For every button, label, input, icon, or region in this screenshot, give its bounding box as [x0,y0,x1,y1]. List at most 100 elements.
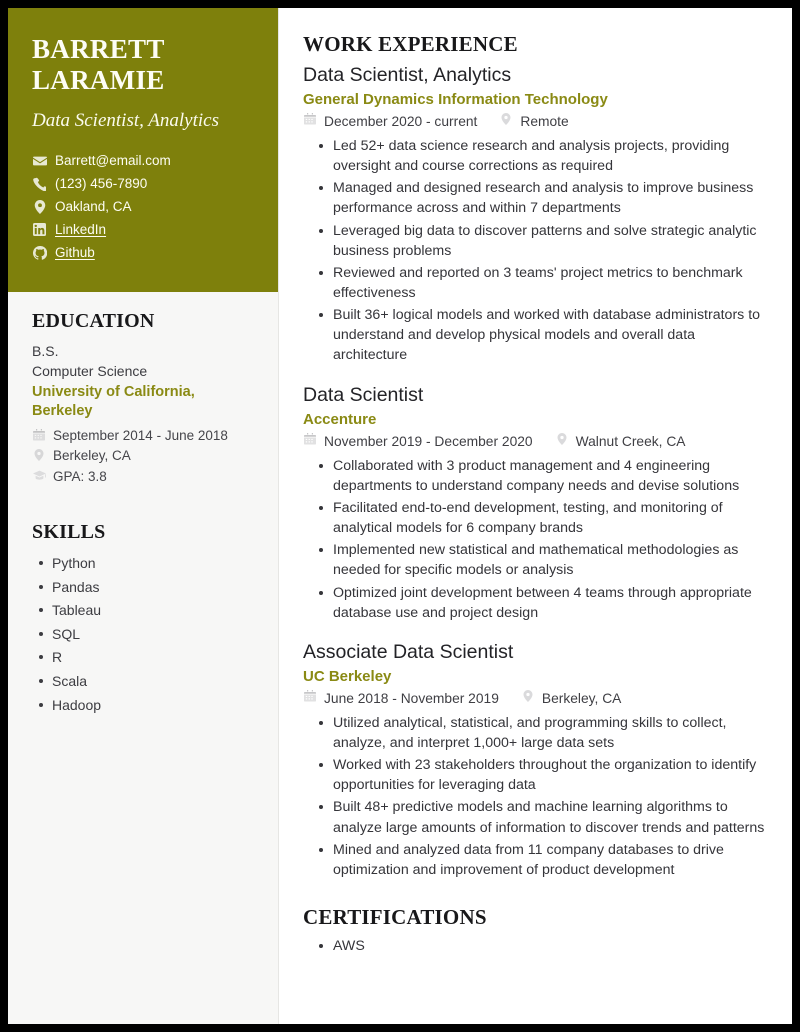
github-icon [32,245,47,260]
location-pin-icon [555,432,569,445]
education-section-title: EDUCATION [32,310,155,332]
calendar-icon [303,432,317,445]
education-dates-row: September 2014 - June 2018 [32,426,254,447]
contact-item-github[interactable]: Github [32,244,254,260]
sidebar-body: EDUCATION B.S. Computer Science Universi… [8,292,278,715]
job-company: Accenture [303,410,377,428]
contact-label-location: Oakland, CA [55,199,132,215]
job-bullet: Managed and designed research and analys… [303,178,770,218]
job-dates-row: December 2020 - current [303,112,477,133]
work-experience-section-title: WORK EXPERIENCE [303,32,518,56]
job-title: Associate Data Scientist [303,640,514,663]
education-degree: B.S. [32,343,59,359]
skill-item: SQL [32,624,254,644]
job-company: UC Berkeley [303,667,392,685]
job-bullet: Reviewed and reported on 3 teams' projec… [303,263,770,303]
job-dates: November 2019 - December 2020 [324,433,533,449]
jobs-container: Data Scientist, Analytics General Dynamic… [303,63,770,880]
calendar-icon [303,112,317,125]
skills-section-title: SKILLS [32,521,106,544]
candidate-name: BARRETT LARAMIE [32,34,254,96]
location-pin-icon [32,200,47,215]
education-gpa-row: GPA: 3.8 [32,467,254,488]
certifications-section-title: CERTIFICATIONS [303,904,487,929]
job-bullet-list: Utilized analytical, statistical, and pr… [303,713,770,880]
contact-item-linkedin[interactable]: LinkedIn [32,223,254,237]
job-entry: Data Scientist Accenture November 2019 - D… [303,383,770,623]
education-location: Berkeley, CA [53,448,131,464]
calendar-icon [32,428,46,441]
contact-label-linkedin: LinkedIn [55,222,107,238]
job-location: Remote [520,113,569,129]
candidate-headline: Data Scientist, Analytics [32,109,219,131]
skill-item: Tableau [32,600,254,620]
job-location-row: Remote [499,112,569,133]
education-school: University of California, Berkeley [32,383,195,420]
education-location-row: Berkeley, CA [32,446,254,467]
location-pin-icon [32,449,46,462]
job-bullet: Built 36+ logical models and worked with… [303,305,770,365]
job-company: General Dynamics Information Technology [303,90,608,108]
education-dates: September 2014 - June 2018 [53,427,228,443]
job-entry: Data Scientist, Analytics General Dynamic… [303,63,770,366]
location-pin-icon [521,689,535,702]
candidate-name-line2: LARAMIE [32,64,165,95]
job-entry: Associate Data Scientist UC Berkeley June … [303,640,770,880]
contact-label-email: Barrett@email.com [55,153,171,169]
calendar-icon [303,689,317,702]
job-bullet-list: Collaborated with 3 product management a… [303,456,770,623]
contact-item-email: Barrett@email.com [32,154,254,168]
skill-item: R [32,647,254,667]
contact-item-location: Oakland, CA [32,199,254,215]
job-bullet: Optimized joint development between 4 te… [303,583,770,623]
job-dates-row: June 2018 - November 2019 [303,689,499,710]
skill-item: Scala [32,671,254,691]
work-experience-section: WORK EXPERIENCE Data Scientist, Analytic… [303,32,770,880]
candidate-name-line1: BARRETT [32,34,165,64]
job-bullet: Implemented new statistical and mathemat… [303,540,770,580]
contact-label-github: Github [55,244,95,260]
education-section: EDUCATION B.S. Computer Science Universi… [32,310,254,487]
job-location: Walnut Creek, CA [575,433,686,449]
job-location-row: Berkeley, CA [521,689,622,710]
contact-label-phone: (123) 456-7890 [55,176,148,192]
resume-page: BARRETT LARAMIE Data Scientist, Analytic… [8,8,792,1024]
certifications-section: CERTIFICATIONS AWS [303,905,770,956]
skills-section: SKILLS Python Pandas Tableau SQL R Scala Hadoo… [32,521,254,714]
job-meta-row: June 2018 - November 2019 Berkeley, CA [303,689,770,710]
location-pin-icon [499,112,513,125]
education-gpa: GPA: 3.8 [53,468,107,484]
skills-list: Python Pandas Tableau SQL R Scala Hadoop [32,553,254,714]
phone-icon [32,177,47,192]
job-dates-row: November 2019 - December 2020 [303,432,533,453]
linkedin-icon [32,223,47,237]
main-column: WORK EXPERIENCE Data Scientist, Analytic… [279,8,792,1024]
job-bullet: Leveraged big data to discover patterns … [303,221,770,261]
job-bullet: Built 48+ predictive models and machine … [303,797,770,837]
education-meta-list: September 2014 - June 2018 Berkeley, CA … [32,426,254,488]
job-dates: June 2018 - November 2019 [324,690,499,706]
contact-list: Barrett@email.com (123) 456-7890 Oakland… [32,154,254,260]
graduation-cap-icon [32,470,46,481]
job-title: Data Scientist, Analytics [303,64,512,86]
sidebar: BARRETT LARAMIE Data Scientist, Analytic… [8,8,279,1024]
job-title: Data Scientist [303,383,424,406]
sidebar-header-block: BARRETT LARAMIE Data Scientist, Analytic… [8,8,278,292]
job-bullet: Facilitated end-to-end development, test… [303,498,770,538]
job-bullet: Mined and analyzed data from 11 company … [303,840,770,880]
job-bullet: Collaborated with 3 product management a… [303,456,770,496]
job-bullet: Utilized analytical, statistical, and pr… [303,713,770,753]
job-location-row: Walnut Creek, CA [555,432,686,453]
skill-item: Pandas [32,577,254,597]
contact-item-phone: (123) 456-7890 [32,176,254,192]
certification-item: AWS [303,936,770,956]
skill-item: Hadoop [32,695,254,715]
certifications-list: AWS [303,936,770,956]
job-location: Berkeley, CA [541,690,622,706]
job-bullet: Led 52+ data science research and analys… [303,136,770,176]
job-dates: December 2020 - current [324,113,478,129]
job-meta-row: December 2020 - current Remote [303,112,770,133]
envelope-icon [32,154,47,168]
job-bullet: Worked with 23 stakeholders throughout t… [303,755,770,795]
job-bullet-list: Led 52+ data science research and analys… [303,136,770,366]
